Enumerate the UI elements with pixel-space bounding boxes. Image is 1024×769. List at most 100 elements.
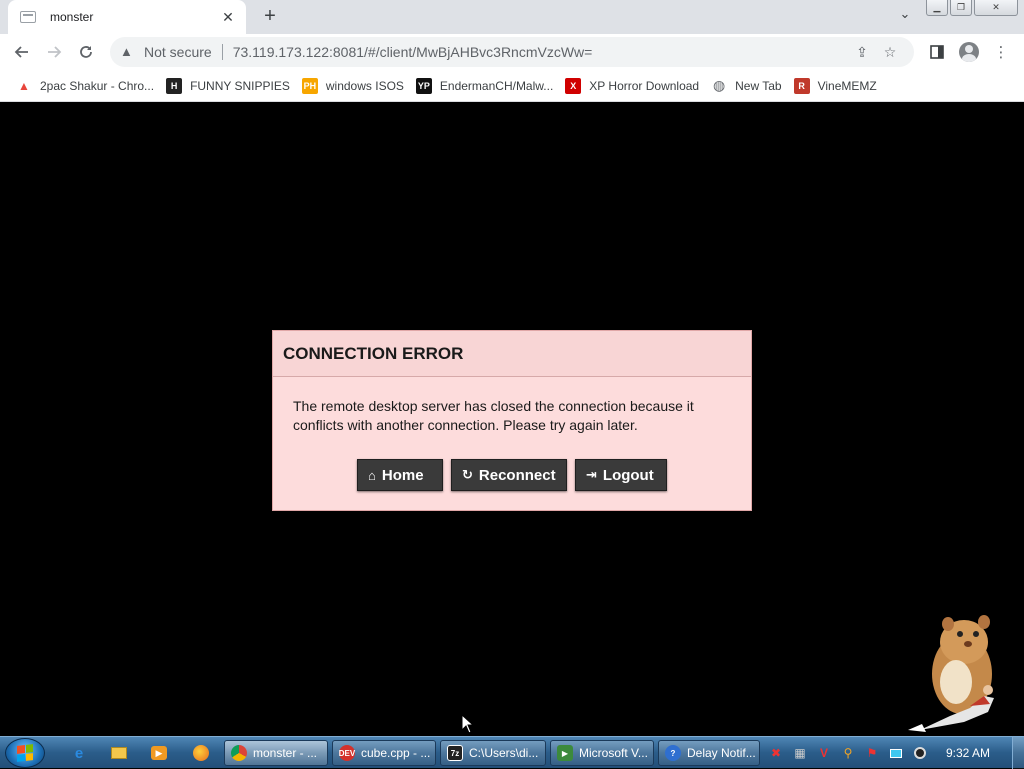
visual-studio-icon: ▶ <box>557 745 573 761</box>
h-icon: H <box>166 77 183 94</box>
reload-icon <box>80 46 92 58</box>
system-tray: ✖ ▦ V ⚲ ⚑ <box>766 741 930 765</box>
security-label[interactable]: Not secure <box>144 44 212 60</box>
bookmark-item[interactable]: R VineMEMZ <box>788 73 883 99</box>
clock[interactable]: 9:32 AM <box>946 746 990 760</box>
logout-icon: ⇥ <box>586 467 597 482</box>
logout-button[interactable]: ⇥ Logout <box>575 459 667 491</box>
window-controls: ▁ ❐ ✕ <box>926 0 1018 16</box>
refresh-icon: ↻ <box>462 467 473 482</box>
antivirus-icon[interactable]: ✖ <box>766 743 786 763</box>
tab-monster[interactable]: monster ✕ <box>8 0 246 34</box>
bookmark-item[interactable]: H FUNNY SNIPPIES <box>160 73 296 99</box>
bookmark-item[interactable]: PH windows ISOS <box>296 73 410 99</box>
home-label: Home <box>381 466 424 484</box>
forward-button[interactable] <box>38 36 70 68</box>
bookmark-label: XP Horror Download <box>589 78 700 93</box>
tab-title: monster <box>50 10 94 24</box>
globe-icon: ◍ <box>713 77 726 93</box>
bookmark-item[interactable]: ▲ 2pac Shakur - Chro... <box>10 73 160 99</box>
taskbar-button[interactable]: DEV cube.cpp - ... <box>332 740 436 766</box>
reload-button[interactable] <box>70 36 102 68</box>
media-player-icon[interactable]: ▶ <box>148 743 170 763</box>
connection-error-dialog: CONNECTION ERROR The remote desktop serv… <box>272 330 752 511</box>
taskbar-label: Delay Notif... <box>687 746 756 760</box>
dialog-header: CONNECTION ERROR <box>273 331 751 377</box>
r-icon: R <box>793 77 810 94</box>
tab-search-chevron-icon[interactable]: ⌄ <box>896 6 914 26</box>
dialog-title: CONNECTION ERROR <box>283 343 464 363</box>
bookmark-label: VineMEMZ <box>817 78 877 93</box>
folder-icon[interactable] <box>108 743 130 763</box>
avatar <box>959 42 979 62</box>
bookmark-label: 2pac Shakur - Chro... <box>40 78 155 93</box>
logout-label: Logout <box>602 466 654 484</box>
bookmark-label: windows ISOS <box>325 78 404 93</box>
restore-button[interactable]: ❐ <box>950 0 972 16</box>
taskbar-button[interactable]: ? Delay Notif... <box>658 740 760 766</box>
v-icon[interactable]: V <box>814 743 834 763</box>
bookmark-item[interactable]: X XP Horror Download <box>559 73 705 99</box>
remote-desktop-viewport: CONNECTION ERROR The remote desktop serv… <box>0 102 1024 735</box>
7zip-icon: 7z <box>447 745 463 761</box>
display-tray-icon[interactable] <box>886 743 906 763</box>
browser-toolbar: ▲ Not secure 73.119.173.122:8081/#/clien… <box>0 34 1024 70</box>
back-button[interactable] <box>6 36 38 68</box>
x-icon: X <box>565 77 582 94</box>
taskbar-label: monster - ... <box>253 746 318 760</box>
profile-button[interactable] <box>954 37 984 67</box>
taskbar-label: C:\Users\di... <box>469 746 539 760</box>
bookmark-label: FUNNY SNIPPIES <box>190 78 290 93</box>
taskbar-label: cube.cpp - ... <box>361 746 431 760</box>
show-desktop-button[interactable] <box>1012 737 1024 769</box>
hamster-mascot[interactable] <box>900 612 1024 736</box>
bookmark-item[interactable]: YP EndermanCH/Malw... <box>410 73 559 99</box>
dialog-message: The remote desktop server has closed the… <box>293 398 694 433</box>
firefox-icon[interactable] <box>190 743 212 763</box>
address-bar[interactable]: ▲ Not secure 73.119.173.122:8081/#/clien… <box>110 37 914 67</box>
new-tab-button[interactable]: + <box>260 5 280 29</box>
help-icon: ? <box>665 745 681 761</box>
windows-logo-icon <box>17 744 33 762</box>
ie-icon[interactable]: e <box>68 743 90 763</box>
taskbar-button[interactable]: monster - ... <box>224 740 328 766</box>
share-icon[interactable]: ⇪ <box>848 44 876 61</box>
yp-icon: YP <box>415 77 432 94</box>
search-tray-icon[interactable]: ⚲ <box>838 743 858 763</box>
back-arrow-icon <box>14 46 28 58</box>
tab-close-icon[interactable]: ✕ <box>220 9 236 26</box>
dialog-buttons: ⌂ Home ↻ Reconnect ⇥ Logout <box>273 459 751 491</box>
reconnect-button[interactable]: ↻ Reconnect <box>451 459 567 491</box>
volume-tray-icon[interactable] <box>910 743 930 763</box>
mouse-cursor-icon <box>461 714 475 734</box>
chrome-icon <box>231 745 247 761</box>
bookmark-label: New Tab <box>735 78 782 93</box>
reconnect-label: Reconnect <box>478 466 556 484</box>
minimize-button[interactable]: ▁ <box>926 0 948 16</box>
forward-arrow-icon <box>48 46 62 58</box>
bookmark-item[interactable]: ◍ New Tab <box>705 73 787 99</box>
bookmark-label: EndermanCH/Malw... <box>439 78 554 93</box>
home-icon: ⌂ <box>368 467 376 483</box>
taskbar-button[interactable]: 7z C:\Users\di... <box>440 740 546 766</box>
url-text[interactable]: 73.119.173.122:8081/#/client/MwBjAHBvc3R… <box>233 44 848 60</box>
ph-icon: PH <box>301 77 318 94</box>
warning-icon[interactable]: ▲ <box>120 45 136 59</box>
devcpp-icon: DEV <box>339 745 355 761</box>
windows-taskbar: e ▶ monster - ... DEV cube.cpp - ... 7z C:\U… <box>0 736 1024 769</box>
chrome-store-icon: ▲ <box>18 78 30 93</box>
flag-tray-icon[interactable]: ⚑ <box>862 743 882 763</box>
window-close-button[interactable]: ✕ <box>974 0 1018 16</box>
taskbar-button[interactable]: ▶ Microsoft V... <box>550 740 654 766</box>
home-button[interactable]: ⌂ Home <box>357 459 443 491</box>
start-button[interactable] <box>5 738 45 768</box>
page-icon <box>20 11 36 23</box>
bookmarks-bar: ▲ 2pac Shakur - Chro... H FUNNY SNIPPIES PH w… <box>0 70 1024 102</box>
side-panel-icon[interactable] <box>922 37 952 67</box>
omnibox-divider <box>221 44 223 60</box>
menu-kebab-icon[interactable]: ⋮ <box>986 37 1016 67</box>
taskbar-label: Microsoft V... <box>579 746 648 760</box>
bookmark-star-icon[interactable]: ☆ <box>876 44 904 61</box>
network-icon[interactable]: ▦ <box>790 743 810 763</box>
tab-strip: monster ✕ + ⌄ ▁ ❐ ✕ <box>0 0 1024 34</box>
